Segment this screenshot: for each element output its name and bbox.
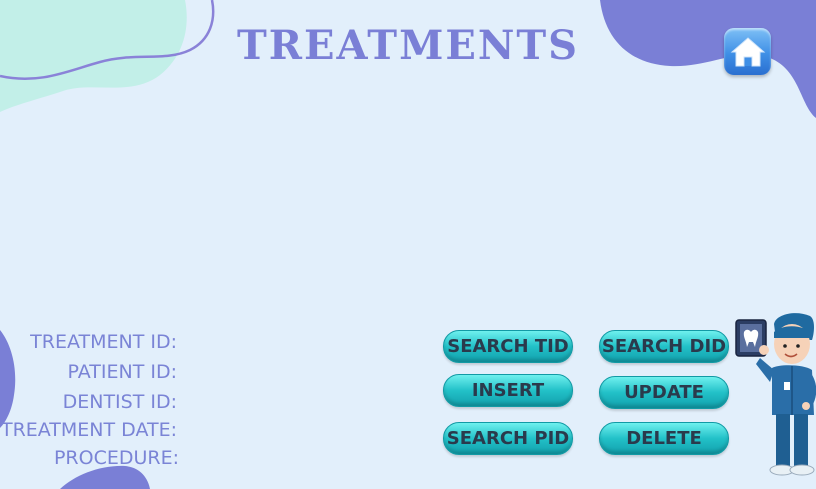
page-title: TREATMENTS (236, 22, 580, 69)
search-did-button[interactable]: SEARCH DID (599, 330, 729, 363)
delete-button[interactable]: DELETE (599, 422, 729, 455)
treatment-date-label: TREATMENT DATE: (0, 419, 177, 441)
insert-button[interactable]: INSERT (443, 374, 573, 407)
search-tid-button[interactable]: SEARCH TID (443, 330, 573, 363)
dentist-illustration (735, 313, 816, 476)
home-icon (730, 36, 765, 66)
procedure-label: PROCEDURE: (53, 447, 179, 469)
home-button[interactable] (724, 28, 771, 75)
update-button[interactable]: UPDATE (599, 376, 729, 409)
purple-blob-left (0, 330, 16, 428)
search-pid-button[interactable]: SEARCH PID (443, 422, 573, 455)
treatment-id-label: TREATMENT ID: (30, 331, 177, 353)
patient-id-label: PATIENT ID: (67, 361, 177, 383)
dentist-id-label: DENTIST ID: (62, 391, 177, 413)
